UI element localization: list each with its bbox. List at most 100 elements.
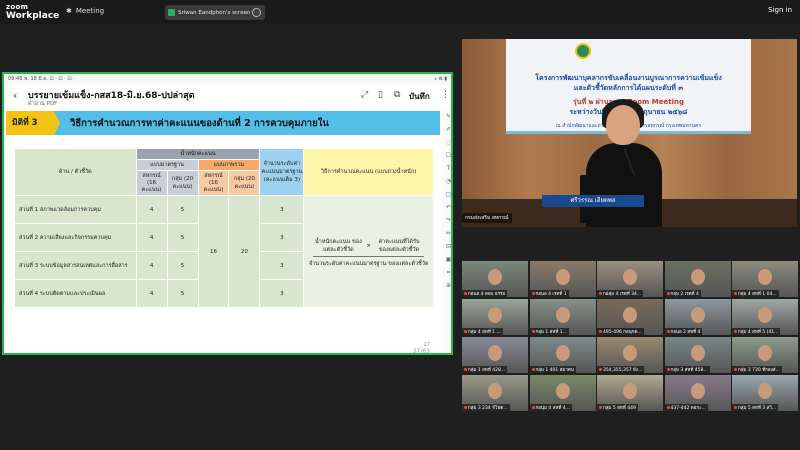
muted-mic-icon <box>666 406 670 409</box>
formula-cell: น้ำหนักคะแนน ของแต่ละตัวชี้วัด × ค่าคะแน… <box>303 195 434 308</box>
shape-icon[interactable]: ▢ <box>442 188 451 201</box>
participant-tile[interactable]: กลุ่ม 1 401 สมาคม <box>529 337 596 373</box>
participant-tile[interactable]: 437-442 ดอกะ... <box>664 375 731 411</box>
participant-tile[interactable]: กลุ่ม 3 สหที่ 458... <box>664 337 731 373</box>
participant-face <box>758 383 772 399</box>
crop-icon[interactable]: ⌗ <box>442 266 451 279</box>
row-levels: 3 <box>259 279 305 308</box>
highlighter-icon[interactable]: ✏ <box>442 227 451 240</box>
col-all-coop: สหกรณ์ (16 คะแนน) <box>197 170 230 196</box>
participant-tile[interactable]: กลุ่ม 1 สหที่ 428... <box>462 337 528 373</box>
row-levels: 3 <box>259 223 305 252</box>
save-button[interactable]: บันทึก <box>409 90 430 103</box>
participant-name: กอนุ่ม 4 สหที่ 4... <box>535 406 570 411</box>
participant-label: กอ่ลุ่ม 4 เรตที่ 34... <box>597 290 644 297</box>
pen-icon[interactable]: ✎ <box>442 110 451 123</box>
participant-gallery: กอนอ 4 ตอบ ธรรม กอนอ 4 เรตที่ 1 กอ่ลุ่ม 4 … <box>462 261 798 411</box>
pdf-app-header: ‹ บรรยายเข้มแข็ง-กสส18-มิ.ย.68-ปปล่าสุด … <box>4 84 451 110</box>
participant-label: กอนอ 4 ตอบ ธรรม <box>462 290 508 297</box>
participant-label: กลุ่ม 2 เรตที่ 4 <box>664 290 701 297</box>
meeting-menu[interactable]: ✱ Meeting <box>66 7 104 15</box>
score-table: ด้าน / ตัวชี้วัด น้ำหนักคะแนน จำนวนระดับ… <box>14 148 434 308</box>
col-std-coop: สหกรณ์ (16 คะแนน) <box>135 170 168 196</box>
back-icon[interactable]: ‹ <box>13 89 17 102</box>
participant-tile[interactable]: กลุ่ม 4 สหที่ 1 ... <box>462 299 528 335</box>
participant-tile[interactable]: กอนอ 4 ตอบ ธรรม <box>462 261 528 297</box>
speaker-video[interactable]: โครงการพัฒนาบุคลากรขับเคลื่อนงานบูรณาการ… <box>462 39 797 227</box>
participant-face <box>555 345 570 361</box>
share-icon[interactable]: ⧉ <box>394 90 400 100</box>
eraser-icon[interactable]: ◌ <box>442 136 451 149</box>
col-all-group: กลุ่ม (20 คะแนน) <box>228 170 261 196</box>
participant-face <box>690 383 705 399</box>
logo-line2: Workplace <box>6 11 60 21</box>
muted-mic-icon <box>734 330 737 333</box>
muted-mic-icon <box>666 292 670 295</box>
participant-label: กอนอ 4 เรตที่ 1 <box>529 290 569 297</box>
more-icon[interactable]: ⋮ <box>441 90 450 100</box>
participant-tile[interactable]: กอนอ 2 สหที่ 4 <box>664 299 731 335</box>
muted-mic-icon <box>464 406 467 409</box>
select-icon[interactable]: ☐ <box>442 149 451 162</box>
participant-name: กลุ่ม 5 สหที่ 449 <box>603 406 636 411</box>
view-options-icon[interactable]: ⋯ <box>252 8 261 17</box>
participant-face <box>555 383 570 399</box>
participant-face <box>488 383 502 399</box>
participant-face <box>555 307 570 323</box>
zoom-icon[interactable]: ⊕ <box>442 279 451 292</box>
participant-tile[interactable]: 354,355,357 ยั่ง... <box>597 337 663 373</box>
status-left: 09:46 พ. 18 มิ.ย. ⊡ · ⊡ · ⊡ · <box>8 76 75 82</box>
muted-mic-icon <box>734 406 737 409</box>
participant-tile[interactable]: กอนอ 4 เรตที่ 1 <box>529 261 596 297</box>
col-standard: แบบมาตรฐาน <box>135 159 199 171</box>
participant-tile[interactable]: กลุ่ม 1 สหที่ 1... <box>529 299 596 335</box>
formula-left: น้ำหนักคะแนน ของแต่ละตัวชี้วัด <box>315 238 362 253</box>
screen-share-indicator[interactable]: Sriwan Eandphon's screen ⋯ <box>165 5 265 20</box>
participant-name: กลุ่ม 4 สหที่ 5 (41... <box>738 330 779 335</box>
participant-tile[interactable]: กลุ่ม 3 234 จีโฟต... <box>462 375 528 411</box>
participant-face <box>623 383 637 399</box>
participant-tile[interactable]: กลุ่ม 5 สหที่ 3 สวิ... <box>732 375 798 411</box>
participant-face <box>758 269 772 285</box>
participant-tile[interactable]: กอ่ลุ่ม 4 เรตที่ 34... <box>597 261 663 297</box>
lasso-icon[interactable]: ◔ <box>442 175 451 188</box>
col-std-group: กลุ่ม (20 คะแนน) <box>166 170 199 196</box>
image-icon[interactable]: ▣ <box>442 253 451 266</box>
participant-name: กลุ่ม 3 สหที่ 458... <box>670 368 708 373</box>
meeting-label: Meeting <box>75 7 105 15</box>
participant-tile[interactable]: กลุ่ม 4 สหที่ 1 04... <box>732 261 798 297</box>
participant-tile[interactable]: กลุ่ม 4 สหที่ 5 (41... <box>732 299 798 335</box>
table-row: ส่วนที่ 1 สภาพแวดล้อมการควบคุม 4 5 16 20… <box>14 195 434 308</box>
muted-mic-icon <box>531 406 535 409</box>
device-status-bar: 09:46 พ. 18 มิ.ย. ⊡ · ⊡ · ⊡ · ⁎ ⋒ ▮ <box>4 74 451 84</box>
text-icon[interactable]: T <box>442 162 451 175</box>
participant-name: กอนอ 2 สหที่ 4 <box>670 330 701 335</box>
participant-label: 354,355,357 ยั่ง... <box>597 366 645 373</box>
redo-icon[interactable]: ↷ <box>442 214 451 227</box>
ruler-icon[interactable]: ⊟ <box>442 240 451 253</box>
participant-tile[interactable]: กลุ่ม 5 สหที่ 449 <box>597 375 663 411</box>
sign-in-button[interactable]: Sign in <box>768 6 792 14</box>
participant-name: 437-442 ดอกะ... <box>670 406 706 411</box>
participant-label: กลุ่ม 4 สหที่ 5 (41... <box>732 328 781 335</box>
participant-tile[interactable]: กลุ่ม 2 เรตที่ 4 <box>664 261 731 297</box>
participant-tile[interactable]: 495-496 กอนุกต... <box>597 299 663 335</box>
formula-bottom: จำนวนระดับค่าคะแนนมาตรฐาน ของแต่ละตัวชี้… <box>308 260 429 267</box>
book-icon[interactable]: ▯ <box>378 90 383 100</box>
undo-icon[interactable]: ↶ <box>442 201 451 214</box>
participant-face <box>758 307 772 323</box>
muted-mic-icon <box>666 368 670 371</box>
participant-tile[interactable]: กอนุ่ม 4 สหที่ 4... <box>529 375 596 411</box>
row-std-coop: 4 <box>135 251 168 280</box>
muted-mic-icon <box>734 292 737 295</box>
zoom-logo: zoom Workplace <box>6 3 59 21</box>
row-label: ส่วนที่ 3 ระบบข้อมูลสารสนเทศและการสื่อสา… <box>14 251 137 280</box>
participant-name: กลุ่ม 3 730 ที่กองส่... <box>738 368 780 373</box>
muted-mic-icon <box>531 330 535 333</box>
participant-tile[interactable]: กลุ่ม 3 730 ที่กองส่... <box>732 337 798 373</box>
muted-mic-icon <box>599 292 602 295</box>
muted-mic-icon <box>464 368 467 371</box>
row-levels: 3 <box>259 251 305 280</box>
expand-icon[interactable]: ⤢ <box>361 90 368 100</box>
marker-icon[interactable]: ✐ <box>442 123 451 136</box>
